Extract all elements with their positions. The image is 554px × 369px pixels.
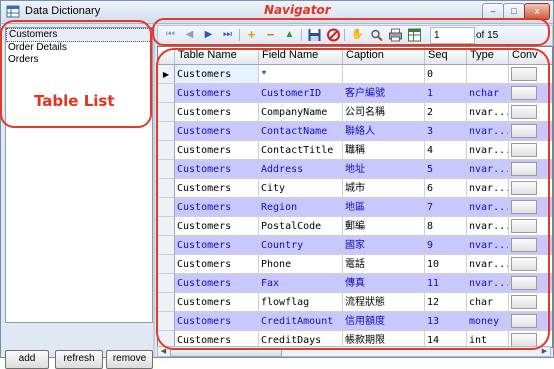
add-button[interactable]: add	[5, 350, 49, 369]
grid-callout	[156, 48, 550, 350]
table-list-annotation: Table List	[34, 92, 115, 110]
scroll-right-icon[interactable]: ▶	[539, 347, 550, 356]
navigator-callout	[152, 18, 550, 46]
splitter[interactable]	[153, 23, 155, 357]
table-list-callout	[0, 20, 152, 128]
remove-button[interactable]: remove	[106, 350, 153, 369]
window-title: Data Dictionary	[25, 5, 101, 17]
app-icon	[6, 5, 20, 18]
refresh-button[interactable]: refresh	[55, 350, 103, 369]
navigator-annotation: Navigator	[264, 3, 331, 17]
